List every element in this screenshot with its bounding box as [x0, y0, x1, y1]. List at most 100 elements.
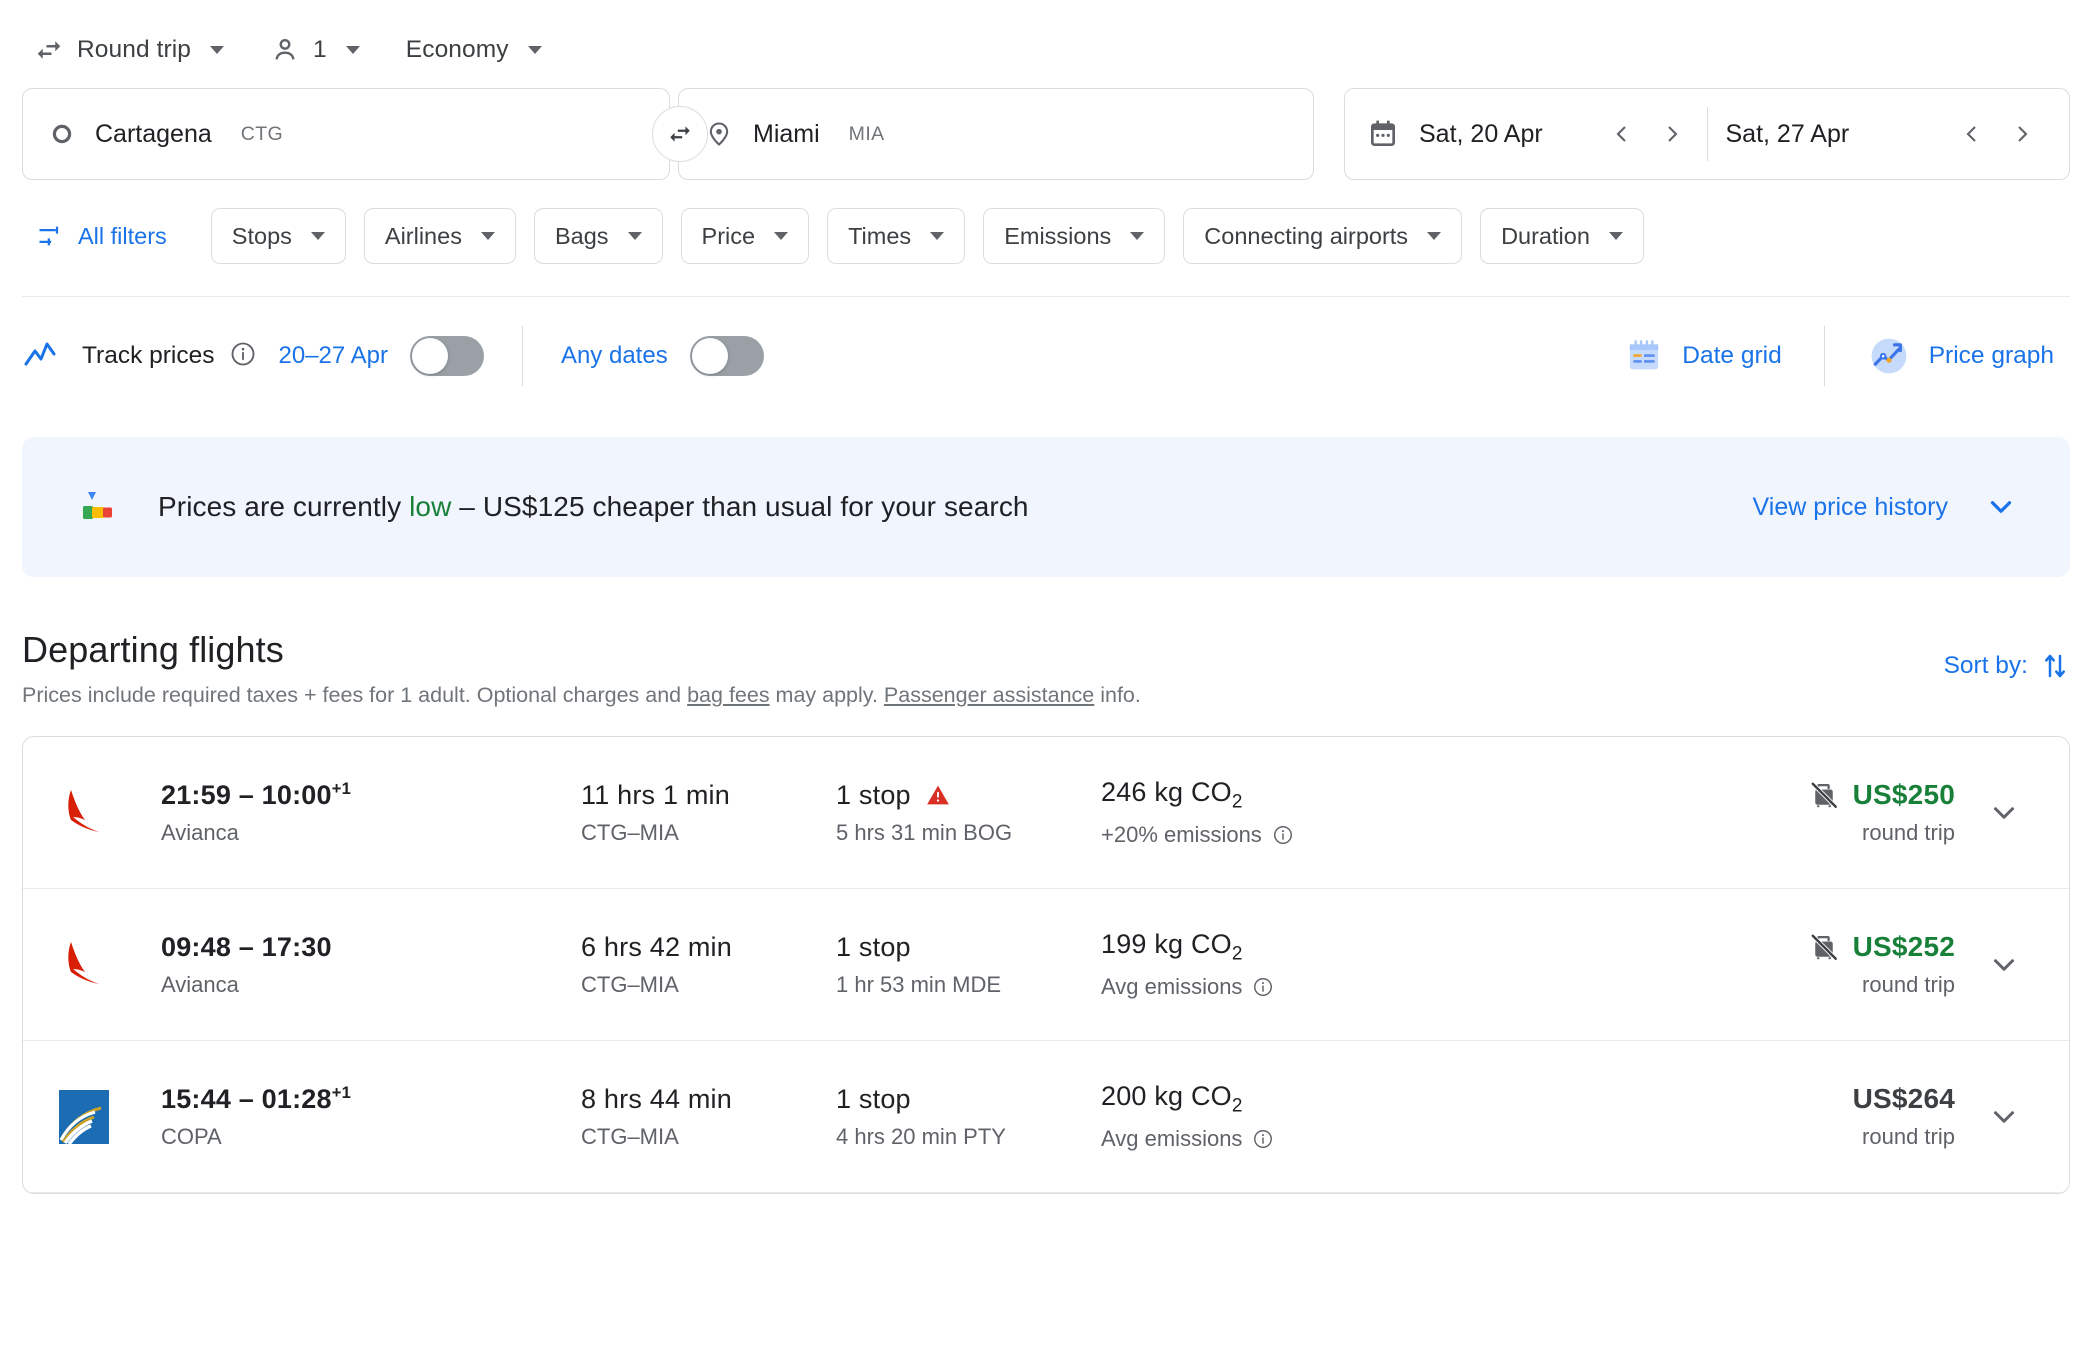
- sort-by-button[interactable]: Sort by:: [1944, 651, 2070, 681]
- flight-row[interactable]: 15:44 – 01:28+1 COPA 8 hrs 44 min CTG–MI…: [23, 1041, 2069, 1193]
- flight-emissions-column: 246 kg CO2 +20% emissions: [1101, 777, 1431, 848]
- flight-time-column: 15:44 – 01:28+1 COPA: [161, 1084, 581, 1150]
- info-icon[interactable]: [1252, 976, 1274, 998]
- sort-by-label: Sort by:: [1943, 652, 2028, 679]
- cabin-class-label: Economy: [405, 36, 509, 63]
- calendar-icon: [1367, 118, 1399, 150]
- emissions-delta: +20% emissions: [1101, 822, 1262, 848]
- info-icon[interactable]: [1272, 824, 1294, 846]
- filter-chip-times[interactable]: Times: [827, 208, 966, 264]
- flight-route: CTG–MIA: [581, 1123, 679, 1149]
- copa-logo: [53, 1086, 115, 1148]
- disclaimer-part2: may apply.: [769, 683, 884, 707]
- section-divider: [22, 296, 2070, 297]
- no-carry-on-bag-icon: [1809, 932, 1839, 962]
- info-icon[interactable]: [229, 340, 257, 373]
- next-day-indicator: +1: [331, 1083, 351, 1102]
- flight-times: 09:48 – 17:30: [161, 931, 332, 962]
- layover-info: 4 hrs 20 min PTY: [836, 1123, 1006, 1149]
- disclaimer-part1: Prices include required taxes + fees for…: [22, 683, 688, 707]
- filter-chip-price[interactable]: Price: [680, 208, 810, 264]
- emissions-comparison: Avg emissions: [1101, 974, 1431, 1000]
- flight-price-column: US$252 round trip: [1431, 931, 1969, 998]
- track-date-range-label: 20–27 Apr: [278, 342, 388, 369]
- price-graph-label: Price graph: [1928, 342, 2054, 369]
- destination-input[interactable]: Miami MIA: [678, 88, 1314, 180]
- any-dates-toggle[interactable]: [689, 336, 764, 376]
- chevron-left-icon: [1616, 126, 1626, 142]
- price-gauge-icon: [74, 484, 120, 530]
- flight-row[interactable]: 09:48 – 17:30 Avianca 6 hrs 42 min CTG–M…: [23, 889, 2069, 1041]
- circle-icon: [49, 121, 75, 147]
- co2-amount: 200 kg CO2: [1101, 1080, 1243, 1117]
- flight-duration: 11 hrs 1 min: [581, 779, 730, 810]
- filter-chip-emissions[interactable]: Emissions: [983, 208, 1166, 264]
- info-icon[interactable]: [1252, 1128, 1274, 1150]
- flight-row[interactable]: 21:59 – 10:00+1 Avianca 11 hrs 1 min CTG…: [23, 737, 2069, 889]
- trip-type-selector[interactable]: Round trip: [22, 27, 236, 73]
- depart-next-button[interactable]: [1647, 109, 1697, 159]
- expand-flight-button[interactable]: [1969, 948, 2039, 982]
- warning-icon: [925, 782, 951, 808]
- all-filters-label: All filters: [78, 222, 167, 249]
- return-next-button[interactable]: [1997, 109, 2047, 159]
- depart-date-label: Sat, 20 Apr: [1419, 119, 1543, 148]
- stops-count: 1 stop: [836, 931, 911, 962]
- swap-locations-button[interactable]: [652, 106, 708, 162]
- chevron-down-icon: [1427, 232, 1442, 240]
- all-filters-button[interactable]: All filters: [22, 214, 181, 258]
- price-graph-button[interactable]: Price graph: [1851, 324, 2070, 388]
- next-day-indicator: +1: [331, 779, 351, 798]
- chevron-down-icon: [310, 232, 325, 240]
- chevron-down-icon: [1984, 490, 2018, 524]
- date-grid-icon: [1624, 336, 1664, 376]
- trend-line-icon: [22, 340, 62, 372]
- date-grid-button[interactable]: Date grid: [1608, 326, 1797, 386]
- flight-times: 21:59 – 10:00+1: [161, 779, 351, 810]
- toggle-divider: [521, 326, 523, 386]
- person-icon: [270, 35, 300, 65]
- track-prices-label: Track prices: [82, 342, 215, 369]
- cabin-class-selector[interactable]: Economy: [394, 28, 554, 72]
- filter-chip-bags[interactable]: Bags: [533, 208, 663, 264]
- destination-city: Miami: [753, 119, 820, 148]
- expand-flight-button[interactable]: [1969, 1100, 2039, 1134]
- filter-chip-airlines[interactable]: Airlines: [363, 208, 516, 264]
- emissions-comparison: Avg emissions: [1101, 1126, 1431, 1152]
- view-price-history-button[interactable]: View price history: [1753, 490, 2018, 524]
- toggle-knob: [691, 338, 728, 374]
- emissions-comparison: +20% emissions: [1101, 822, 1431, 848]
- filter-chip-connecting-airports[interactable]: Connecting airports: [1183, 208, 1463, 264]
- return-date-segment[interactable]: Sat, 27 Apr: [1718, 109, 2048, 159]
- depart-date-segment[interactable]: Sat, 20 Apr: [1367, 109, 1697, 159]
- search-bar: Cartagena CTG Miami MIA Sat, 20 Apr Sat,…: [22, 88, 2070, 180]
- origin-input[interactable]: Cartagena CTG: [22, 88, 670, 180]
- flight-price: US$250: [1852, 779, 1955, 810]
- date-grid-label: Date grid: [1682, 342, 1782, 369]
- stops-count: 1 stop: [836, 1083, 911, 1114]
- filter-chip-duration[interactable]: Duration: [1480, 208, 1644, 264]
- trip-options-bar: Round trip 1 Economy: [22, 0, 2070, 78]
- depart-prev-button[interactable]: [1597, 109, 1647, 159]
- expand-flight-button[interactable]: [1969, 796, 2039, 830]
- bag-fees-link[interactable]: bag fees: [687, 683, 769, 707]
- disclaimer-part3: info.: [1094, 683, 1141, 707]
- flight-price-column: US$250 round trip: [1431, 779, 1969, 846]
- passenger-assistance-link[interactable]: Passenger assistance: [884, 683, 1094, 707]
- chevron-right-icon: [1667, 126, 1677, 142]
- flight-stops-column: 1 stop 4 hrs 20 min PTY: [836, 1084, 1101, 1150]
- chevron-down-icon: [774, 232, 789, 240]
- origin-city: Cartagena: [95, 119, 212, 148]
- chevron-down-icon: [1130, 232, 1145, 240]
- chip-label: Times: [848, 222, 912, 249]
- location-pin-icon: [705, 120, 733, 148]
- chevron-down-icon: [527, 46, 542, 54]
- track-dates-toggle[interactable]: [409, 336, 484, 376]
- return-prev-button[interactable]: [1947, 109, 1997, 159]
- track-prices-group: Track prices 20–27 Apr Any dates: [22, 326, 764, 386]
- chevron-right-icon: [2018, 126, 2028, 142]
- airline-name: Avianca: [161, 971, 239, 997]
- passengers-selector[interactable]: 1: [258, 27, 372, 73]
- emissions-delta: Avg emissions: [1101, 1126, 1243, 1152]
- filter-chip-stops[interactable]: Stops: [210, 208, 346, 264]
